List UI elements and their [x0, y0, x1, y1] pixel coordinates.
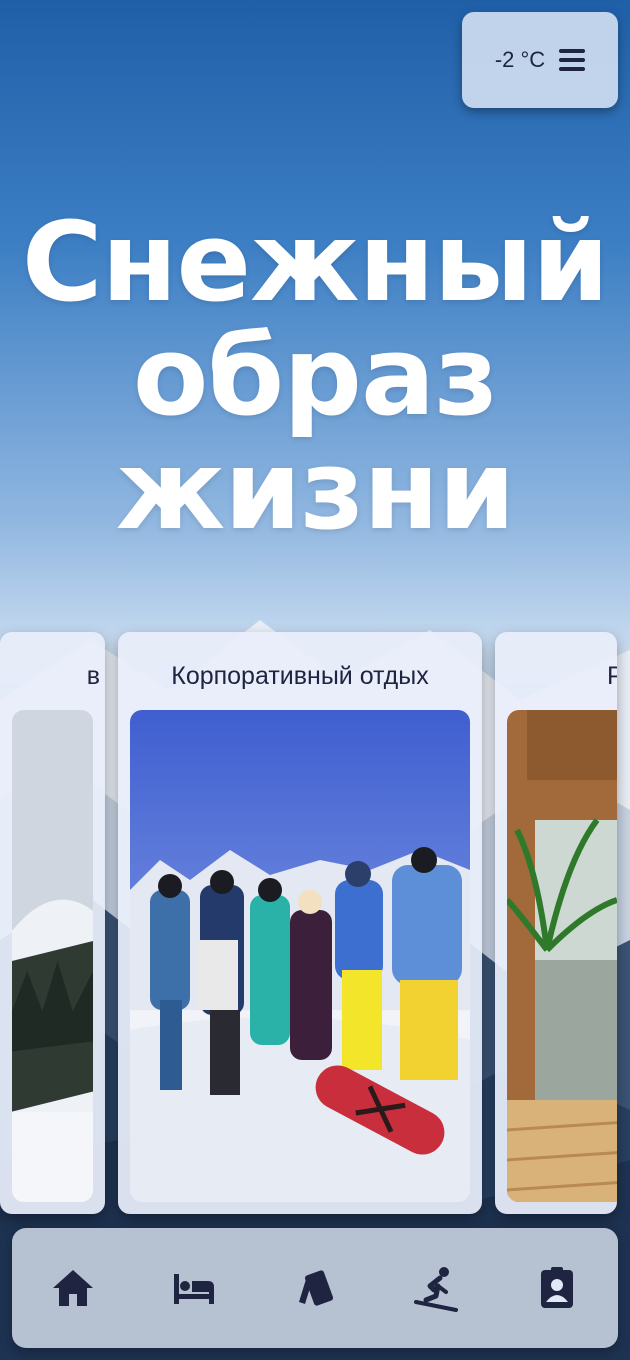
card-photo-snowy-forest — [12, 710, 93, 1202]
home-icon — [52, 1270, 93, 1306]
skier-icon — [414, 1267, 459, 1312]
carousel-card-next[interactable]: Р — [495, 632, 617, 1214]
hero-line-2: образ — [132, 312, 498, 440]
nav-contacts-button[interactable] — [527, 1258, 587, 1318]
hero-heading: Снежный образ жизни — [0, 205, 630, 547]
bottom-navigation — [12, 1228, 618, 1348]
carousel-card-prev[interactable]: в — [0, 632, 105, 1214]
hero-line-1: Снежный — [21, 198, 609, 326]
nav-ski-pass-button[interactable] — [285, 1258, 345, 1318]
card-title: Корпоративный отдых — [171, 662, 429, 690]
card-title: в — [86, 662, 100, 690]
card-photo-snowboarders-group — [130, 710, 470, 1202]
nav-home-button[interactable] — [43, 1258, 103, 1318]
temperature-label: -2 °C — [494, 47, 546, 72]
contacts-icon — [541, 1267, 574, 1308]
ski-pass-icon — [298, 1270, 333, 1306]
hero-line-3: жизни — [115, 426, 516, 554]
bed-icon — [173, 1274, 214, 1304]
weather-widget: -2 °C — [462, 12, 618, 108]
carousel-card-corporate[interactable]: Корпоративный отдых — [118, 632, 482, 1214]
nav-skiing-button[interactable] — [406, 1258, 466, 1318]
card-photo-wooden-room — [507, 710, 617, 1202]
card-title: Р — [607, 662, 617, 690]
nav-accommodation-button[interactable] — [164, 1258, 224, 1318]
menu-icon[interactable] — [559, 49, 586, 71]
